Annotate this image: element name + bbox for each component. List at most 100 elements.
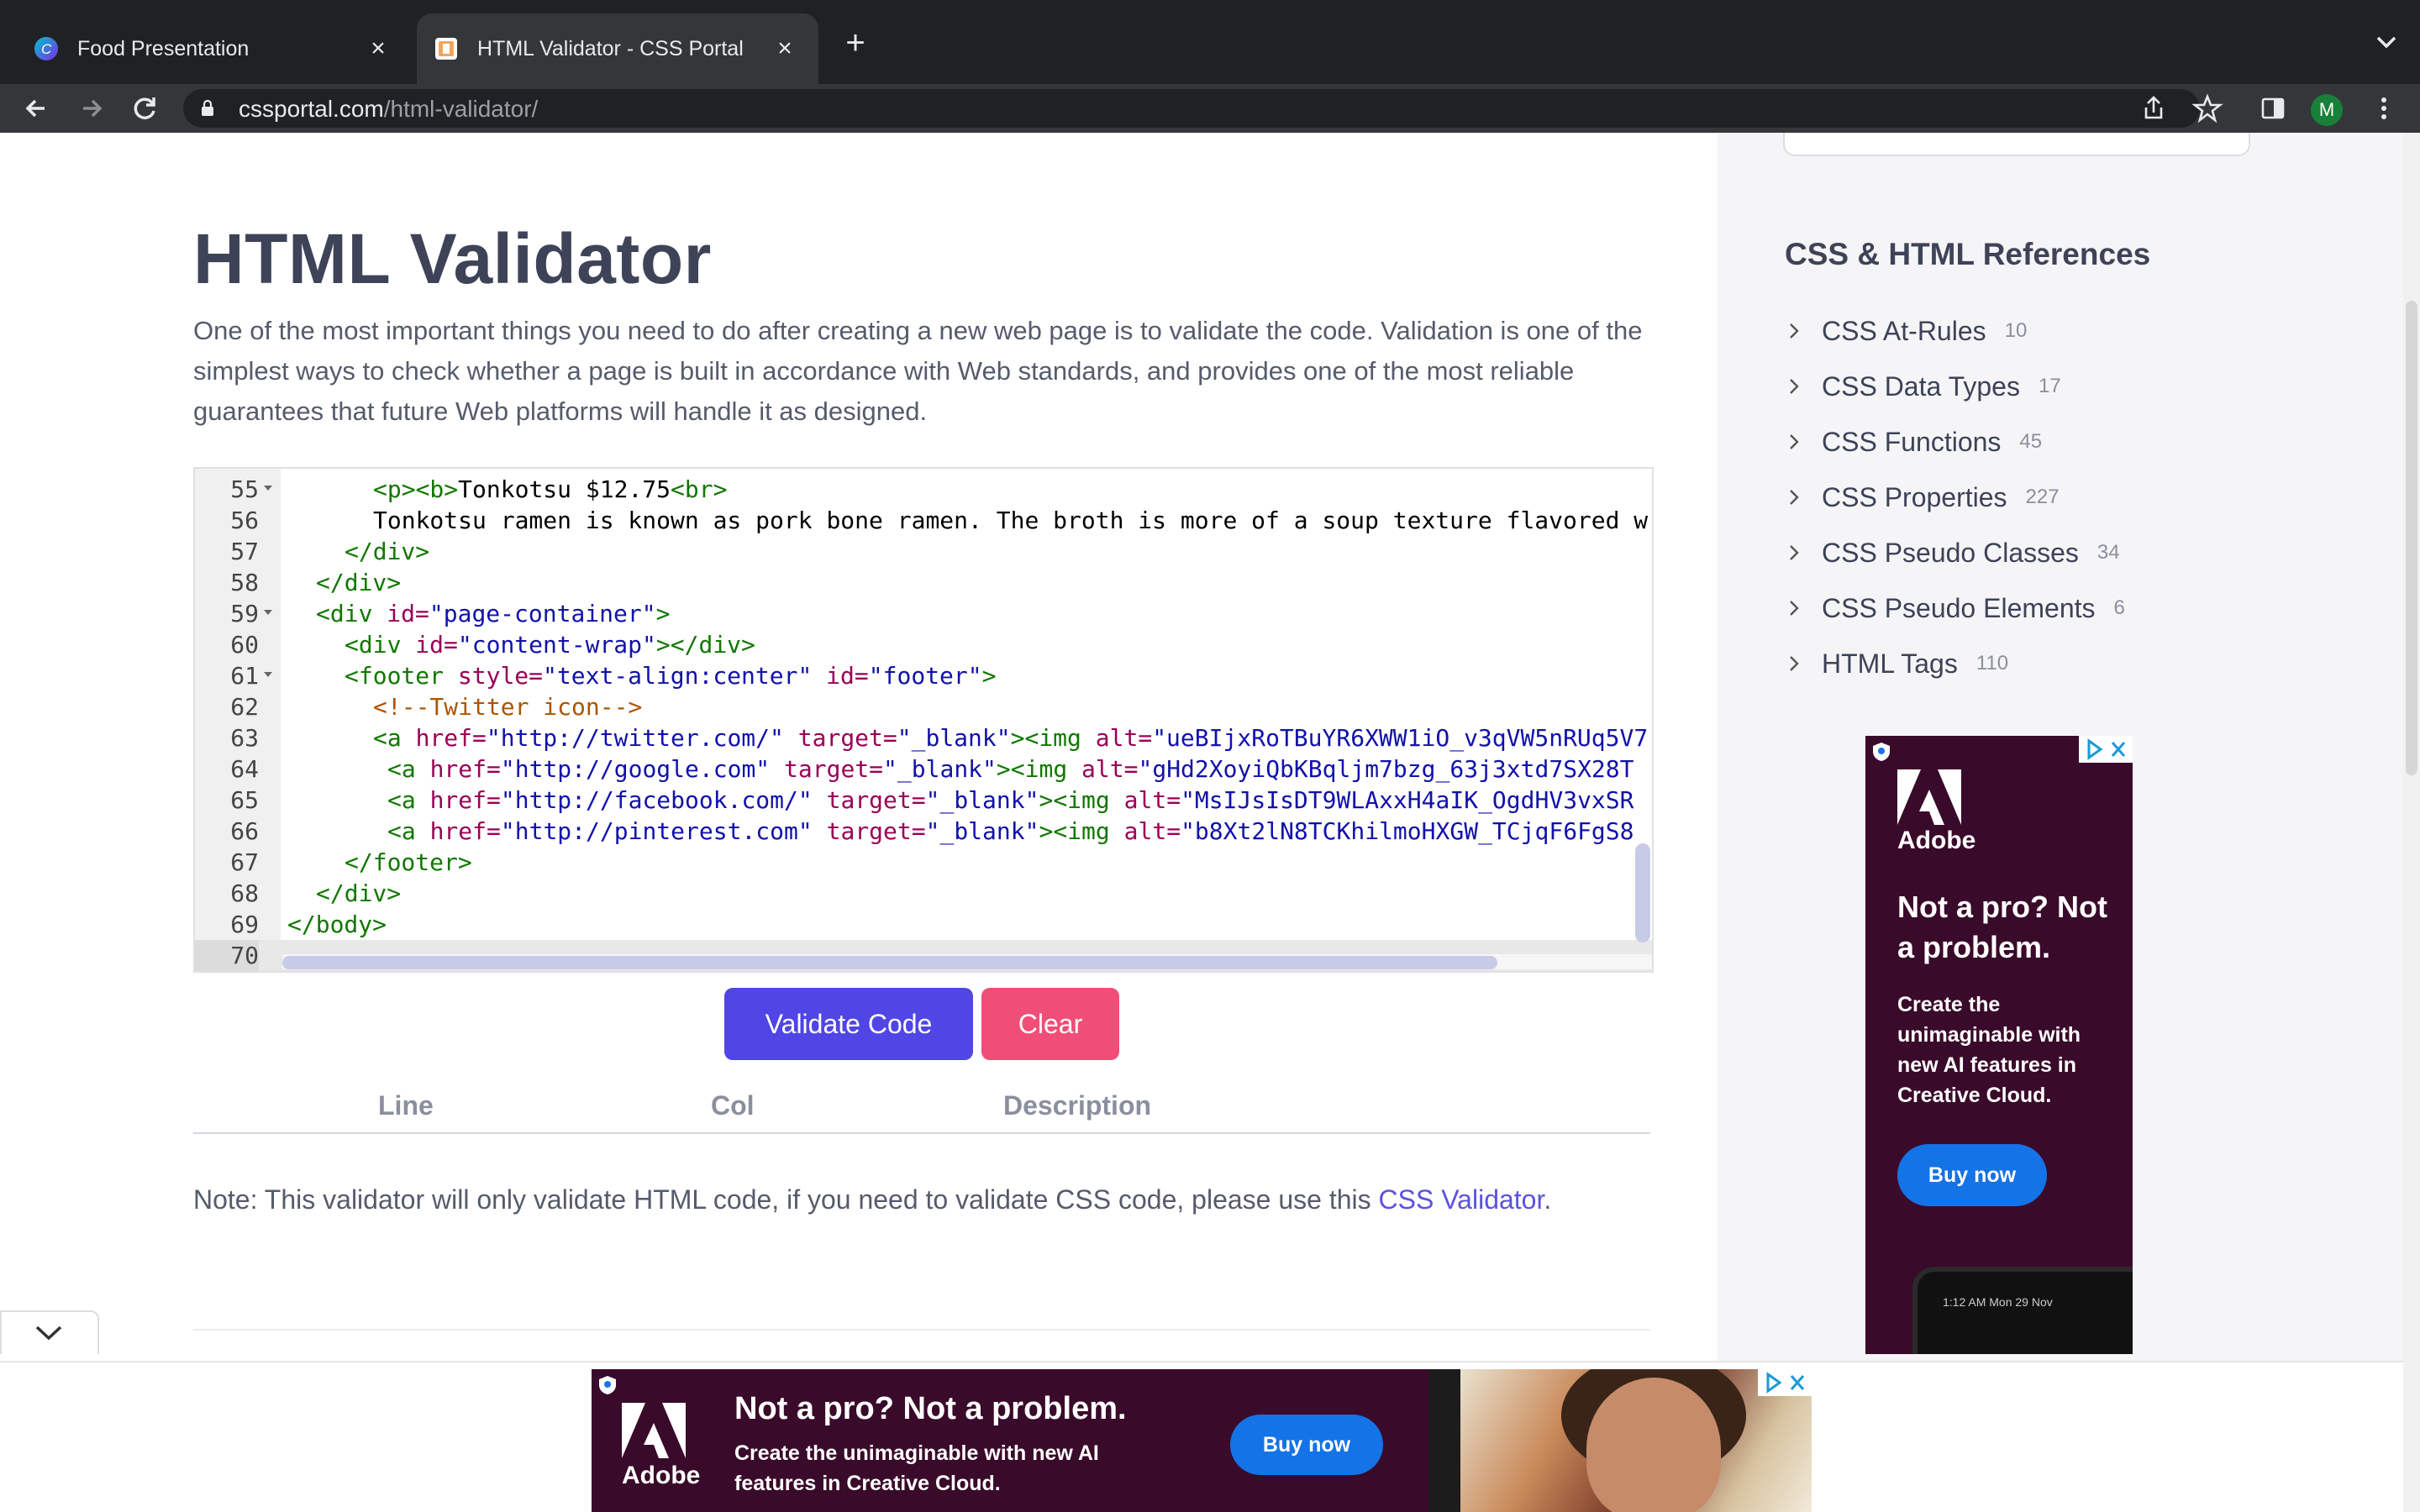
ad-buy-now-button[interactable]: Buy now	[1230, 1415, 1383, 1475]
code-text[interactable]: <a href="http://pinterest.com" target="_…	[387, 816, 1634, 847]
line-number: 67	[230, 848, 259, 876]
code-text[interactable]: <div id="page-container">	[316, 598, 670, 629]
tab-html-validator[interactable]: HTML Validator - CSS Portal ×	[417, 13, 818, 84]
bookmark-star-icon[interactable]	[2188, 89, 2227, 128]
sidebar-item-css-functions[interactable]: CSS Functions 45	[1785, 422, 2042, 462]
intro-paragraph: One of the most important things you nee…	[193, 316, 1643, 426]
sidebar-search-box[interactable]	[1783, 133, 2250, 156]
address-bar[interactable]: cssportal.com/html-validator/	[183, 89, 2200, 128]
references-heading: CSS & HTML References	[1785, 237, 2151, 271]
code-text[interactable]: <a href="http://twitter.com/" target="_b…	[373, 722, 1648, 753]
line-number: 62	[230, 693, 259, 721]
code-line[interactable]: 58 </div>	[195, 567, 1652, 598]
chevron-down-icon[interactable]	[2370, 25, 2403, 59]
bottom-advertisement[interactable]: Adobe Not a pro? Not a problem. Create t…	[592, 1369, 1812, 1512]
code-line[interactable]: 65 <a href="http://facebook.com/" target=…	[195, 785, 1652, 816]
adobe-logo-icon	[1897, 769, 1961, 825]
item-count: 6	[2113, 596, 2125, 619]
sidebar-item-css-properties[interactable]: CSS Properties 227	[1785, 477, 2060, 517]
sidebar-item-css-pseudo-elements[interactable]: CSS Pseudo Elements 6	[1785, 588, 2125, 628]
ad-device-image: 1:12 AM Mon 29 Nov	[1912, 1267, 2133, 1354]
item-count: 17	[2038, 375, 2061, 397]
chevron-right-icon	[1790, 490, 1799, 505]
sidebar-advertisement[interactable]: Adobe Not a pro? Not a problem. Create t…	[1865, 736, 2133, 1354]
clear-button[interactable]: Clear	[981, 988, 1119, 1060]
code-line[interactable]: 63 <a href="http://twitter.com/" target="…	[195, 722, 1652, 753]
column-header-line: Line	[378, 1090, 434, 1121]
profile-avatar[interactable]: M	[2311, 94, 2343, 126]
ad-brand: Adobe	[1897, 827, 1976, 854]
code-text[interactable]: <footer style="text-align:center" id="fo…	[345, 660, 996, 691]
side-panel-icon[interactable]	[2254, 89, 2292, 128]
code-text[interactable]: Tonkotsu ramen is known as pork bone ram…	[373, 505, 1648, 536]
share-icon[interactable]	[2134, 89, 2173, 128]
code-text[interactable]: </div>	[316, 878, 401, 909]
line-number: 61	[230, 662, 259, 690]
code-line[interactable]: 66 <a href="http://pinterest.com" target=…	[195, 816, 1652, 847]
lock-icon	[202, 99, 213, 116]
close-tab-icon[interactable]: ×	[770, 34, 800, 64]
code-line[interactable]: 68 </div>	[195, 878, 1652, 909]
item-count: 227	[2025, 486, 2060, 508]
code-line[interactable]: 59 <div id="page-container">	[195, 598, 1652, 629]
code-line[interactable]: 60 <div id="content-wrap"></div>	[195, 629, 1652, 660]
ad-body: Create the unimaginable with new AI feat…	[1897, 993, 2081, 1107]
css-validator-link[interactable]: CSS Validator	[1379, 1184, 1544, 1215]
fold-toggle-icon[interactable]	[264, 486, 272, 491]
forward-arrow-icon[interactable]	[72, 89, 111, 128]
code-line[interactable]: 64 <a href="http://google.com" target="_b…	[195, 753, 1652, 785]
code-line[interactable]: 62 <!--Twitter icon-->	[195, 691, 1652, 722]
page-scrollbar[interactable]	[2403, 133, 2420, 1512]
code-text[interactable]: </div>	[316, 567, 401, 598]
sidebar-item-css-pseudo-classes[interactable]: CSS Pseudo Classes 34	[1785, 533, 2120, 573]
ad-buy-now-button[interactable]: Buy now	[1897, 1144, 2047, 1206]
code-text[interactable]: </body>	[287, 909, 387, 940]
code-text[interactable]: <div id="content-wrap"></div>	[345, 629, 755, 660]
back-arrow-icon[interactable]	[17, 89, 55, 128]
tab-title: HTML Validator - CSS Portal	[477, 36, 744, 60]
scrollbar-thumb[interactable]	[282, 956, 1497, 969]
fold-toggle-icon[interactable]	[264, 610, 272, 615]
new-tab-icon[interactable]: +	[835, 24, 876, 64]
chevron-right-icon	[1790, 545, 1799, 560]
page-content: HTML Validator One of the most important…	[0, 133, 2420, 1512]
code-text[interactable]: <a href="http://google.com" target="_bla…	[387, 753, 1634, 785]
close-tab-icon[interactable]: ×	[363, 34, 393, 64]
code-text[interactable]: <a href="http://facebook.com/" target="_…	[387, 785, 1634, 816]
url-text: cssportal.com/html-validator/	[239, 96, 539, 122]
chevron-right-icon	[1790, 323, 1799, 339]
css-portal-favicon-icon	[435, 38, 457, 60]
page-scrollbar-thumb[interactable]	[2406, 301, 2417, 775]
horizontal-scrollbar[interactable]	[282, 954, 1652, 969]
validate-code-button[interactable]: Validate Code	[724, 988, 973, 1060]
code-text[interactable]: <!--Twitter icon-->	[373, 691, 642, 722]
code-line[interactable]: 55 <p><b>Tonkotsu $12.75<br>	[195, 474, 1652, 505]
vertical-scrollbar-thumb[interactable]	[1635, 843, 1650, 942]
sidebar-item-css-data-types[interactable]: CSS Data Types 17	[1785, 366, 2061, 407]
fold-toggle-icon[interactable]	[264, 672, 272, 677]
ad-shield-icon	[1873, 743, 1890, 761]
collapse-ad-button[interactable]	[0, 1310, 99, 1354]
code-line[interactable]: 56 Tonkotsu ramen is known as pork bone r…	[195, 505, 1652, 536]
validator-note: Note: This validator will only validate …	[193, 1184, 1552, 1215]
item-count: 10	[2004, 319, 2028, 342]
section-divider	[193, 1329, 1650, 1331]
sidebar-item-html-tags[interactable]: HTML Tags 110	[1785, 643, 2008, 684]
adchoices-icon[interactable]	[1758, 1369, 1812, 1396]
code-editor[interactable]: 55 <p><b>Tonkotsu $12.75<br> 56 Tonkotsu ra…	[193, 467, 1654, 973]
code-text[interactable]: </div>	[345, 536, 429, 567]
code-line[interactable]: 61 <footer style="text-align:center" id="…	[195, 660, 1652, 691]
code-line[interactable]: 69 </body>	[195, 909, 1652, 940]
tab-food-presentation[interactable]: C Food Presentation ×	[17, 13, 412, 84]
ad-body: Create the unimaginable with new AI feat…	[734, 1441, 1099, 1495]
sidebar-item-css-at-rules[interactable]: CSS At-Rules 10	[1785, 311, 2027, 351]
line-number: 63	[230, 724, 259, 752]
code-line[interactable]: 57 </div>	[195, 536, 1652, 567]
code-text[interactable]: </footer>	[345, 847, 472, 878]
adchoices-icon[interactable]	[2079, 736, 2133, 763]
code-line[interactable]: 67 </footer>	[195, 847, 1652, 878]
reload-icon[interactable]	[126, 89, 165, 128]
results-table-header: Line Col Description	[193, 1090, 1650, 1134]
code-text[interactable]: <p><b>Tonkotsu $12.75<br>	[373, 474, 727, 505]
more-menu-icon[interactable]	[2365, 89, 2403, 128]
